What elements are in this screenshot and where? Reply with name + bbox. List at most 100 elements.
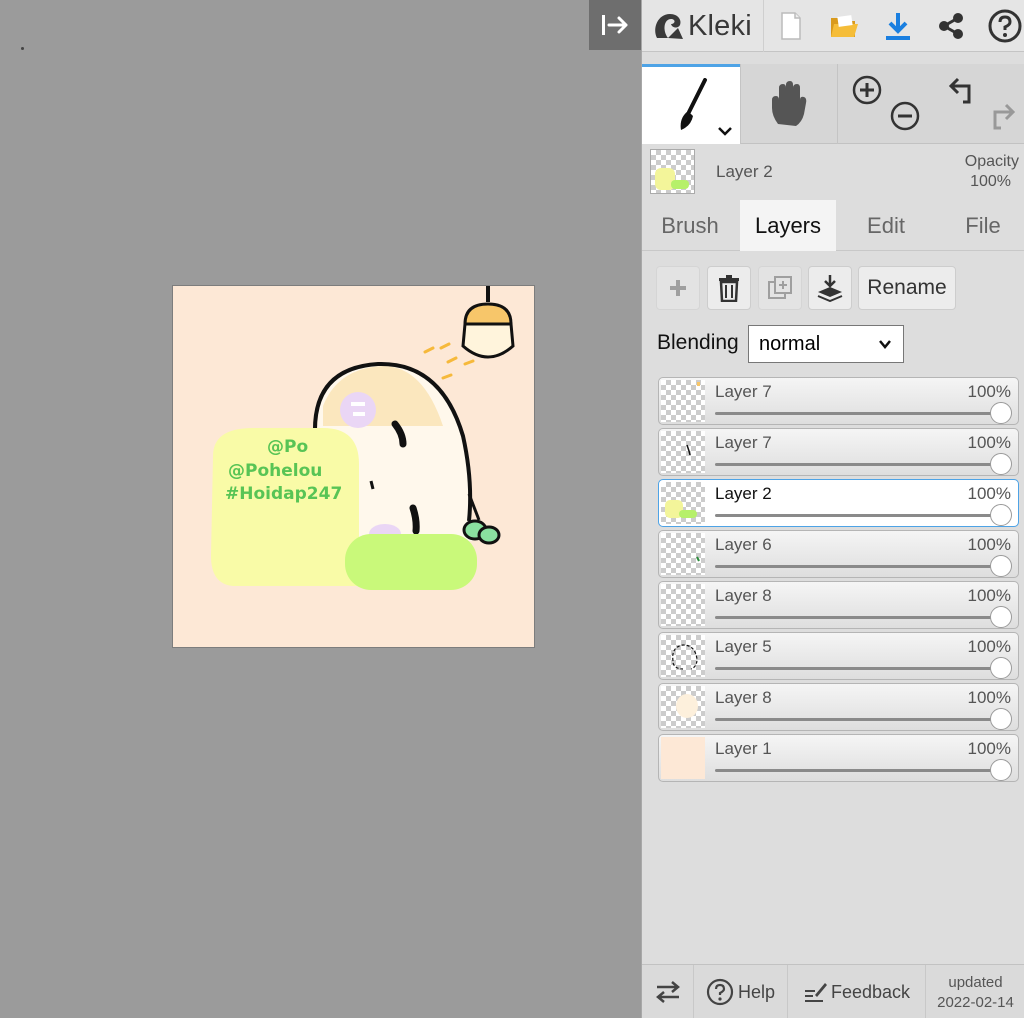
layer-opacity: 100% xyxy=(967,586,1011,605)
layer-name: Layer 1 xyxy=(715,739,772,758)
help-icon xyxy=(706,978,734,1006)
layer-row[interactable]: Layer 7 100% xyxy=(658,428,1019,476)
layer-opacity: 100% xyxy=(967,637,1011,656)
layer-thumbnail xyxy=(661,584,705,626)
add-layer-button[interactable] xyxy=(656,266,700,310)
zoom-controls xyxy=(839,64,929,144)
layer-thumbnail xyxy=(661,380,705,422)
delete-layer-button[interactable] xyxy=(707,266,751,310)
layer-row-selected[interactable]: Layer 2 100% xyxy=(658,479,1019,527)
layer-thumbnail xyxy=(661,431,705,473)
undo-icon[interactable] xyxy=(947,76,979,106)
canvas-workspace[interactable]: @Po @Pohelou #Hoidap247 xyxy=(0,0,641,1018)
open-folder-icon xyxy=(831,15,858,37)
swap-icon xyxy=(655,981,680,1003)
layer-row[interactable]: Layer 7 100% xyxy=(658,377,1019,425)
merge-down-icon xyxy=(817,275,843,302)
layer-name: Layer 2 xyxy=(715,484,772,503)
help-button[interactable] xyxy=(986,6,1024,46)
add-layer-icon xyxy=(670,280,686,296)
history-controls xyxy=(929,64,1024,144)
cursor-dot xyxy=(21,47,24,50)
layer-opacity-slider[interactable] xyxy=(715,412,1000,415)
slider-handle[interactable] xyxy=(990,555,1012,577)
layer-name: Layer 7 xyxy=(715,433,772,452)
chevron-down-icon xyxy=(879,340,891,349)
layer-row[interactable]: Layer 1 100% xyxy=(658,734,1019,782)
help-footer-button[interactable]: Help xyxy=(694,965,788,1018)
slider-handle[interactable] xyxy=(990,759,1012,781)
collapse-panel-icon xyxy=(602,15,628,35)
help-label: Help xyxy=(737,981,776,1002)
opacity-value[interactable]: 100% xyxy=(970,173,1011,191)
new-image-button[interactable] xyxy=(772,6,810,46)
tool-row xyxy=(642,64,1024,144)
zoom-out-icon[interactable] xyxy=(889,100,921,132)
tab-brush[interactable]: Brush xyxy=(642,200,738,251)
duplicate-layer-button[interactable] xyxy=(758,266,802,310)
layer-name: Layer 6 xyxy=(715,535,772,554)
opacity-label: Opacity xyxy=(964,153,1019,170)
collapse-panel-button[interactable] xyxy=(589,0,641,50)
current-layer-thumbnail xyxy=(650,149,695,194)
feedback-button[interactable]: Feedback xyxy=(788,965,926,1018)
current-layer-info: Layer 2 Opacity 100% xyxy=(642,145,1024,203)
save-button[interactable] xyxy=(879,6,917,46)
layer-row[interactable]: Layer 5 100% xyxy=(658,632,1019,680)
layer-opacity-slider[interactable] xyxy=(715,616,1000,619)
logo[interactable]: Kleki xyxy=(650,6,752,46)
slider-handle[interactable] xyxy=(990,453,1012,475)
download-icon xyxy=(886,13,910,40)
layer-opacity: 100% xyxy=(967,484,1011,503)
toolbar-divider xyxy=(763,0,764,52)
layer-opacity-slider[interactable] xyxy=(715,514,1000,517)
delete-layer-icon xyxy=(719,275,739,302)
layer-row[interactable]: Layer 8 100% xyxy=(658,581,1019,629)
layer-thumbnail xyxy=(661,686,705,728)
feedback-icon xyxy=(804,983,827,1002)
artwork: @Po @Pohelou #Hoidap247 xyxy=(211,286,515,590)
swap-ui-side-button[interactable] xyxy=(642,965,694,1018)
updated-info[interactable]: updated 2022-02-14 xyxy=(926,973,1024,1013)
top-toolbar: Kleki xyxy=(642,0,1024,52)
hand-tool[interactable] xyxy=(740,64,838,144)
hand-icon xyxy=(772,81,807,126)
rename-layer-button[interactable]: Rename xyxy=(858,266,956,310)
side-panel: Kleki Layer 2 Opacity 100% Brush Layers … xyxy=(641,0,1024,1018)
feedback-label: Feedback xyxy=(830,981,911,1002)
chevron-down-icon xyxy=(718,127,732,136)
tab-layers[interactable]: Layers xyxy=(740,200,836,251)
updated-label: updated xyxy=(948,974,1003,991)
drawing-canvas[interactable]: @Po @Pohelou #Hoidap247 xyxy=(172,285,535,648)
tab-file[interactable]: File xyxy=(935,200,1024,251)
layer-opacity-slider[interactable] xyxy=(715,718,1000,721)
slider-handle[interactable] xyxy=(990,504,1012,526)
layer-name: Layer 8 xyxy=(715,586,772,605)
layer-opacity-slider[interactable] xyxy=(715,463,1000,466)
layer-row[interactable]: Layer 8 100% xyxy=(658,683,1019,731)
brush-icon xyxy=(680,77,707,130)
layer-name: Layer 7 xyxy=(715,382,772,401)
zoom-in-icon[interactable] xyxy=(851,74,883,106)
layer-opacity: 100% xyxy=(967,688,1011,707)
slider-handle[interactable] xyxy=(990,606,1012,628)
redo-icon[interactable] xyxy=(985,102,1017,132)
blending-select[interactable]: normal xyxy=(748,325,904,363)
layer-opacity: 100% xyxy=(967,535,1011,554)
share-button[interactable] xyxy=(932,6,970,46)
slider-handle[interactable] xyxy=(990,657,1012,679)
slider-handle[interactable] xyxy=(990,708,1012,730)
tab-edit[interactable]: Edit xyxy=(838,200,934,251)
slider-handle[interactable] xyxy=(990,402,1012,424)
layer-opacity-slider[interactable] xyxy=(715,769,1000,772)
layer-opacity: 100% xyxy=(967,433,1011,452)
merge-down-button[interactable] xyxy=(808,266,852,310)
current-layer-name: Layer 2 xyxy=(716,162,773,181)
svg-text:@Pohelou: @Pohelou xyxy=(228,461,322,481)
layer-opacity-slider[interactable] xyxy=(715,667,1000,670)
open-image-button[interactable] xyxy=(825,6,863,46)
layer-row[interactable]: Layer 6 100% xyxy=(658,530,1019,578)
brush-tool[interactable] xyxy=(642,64,740,144)
svg-text:@Po: @Po xyxy=(267,437,308,457)
layer-opacity-slider[interactable] xyxy=(715,565,1000,568)
